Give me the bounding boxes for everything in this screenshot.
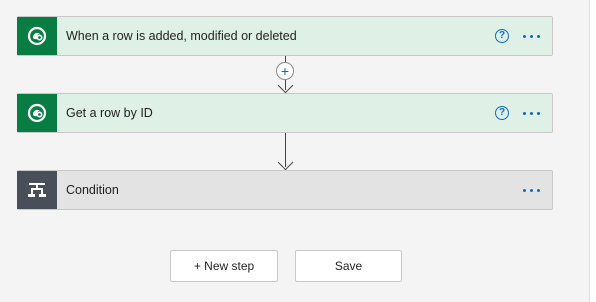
trigger-step-card[interactable]: When a row is added, modified or deleted… (17, 16, 553, 56)
more-options-icon[interactable] (523, 105, 540, 121)
save-button[interactable]: Save (295, 250, 402, 282)
condition-step-title: Condition (66, 183, 119, 197)
scrollbar-track[interactable] (589, 0, 596, 302)
dataverse-icon (17, 17, 57, 55)
condition-step-card[interactable]: Condition (17, 170, 553, 210)
help-icon[interactable]: ? (495, 106, 509, 120)
help-icon[interactable]: ? (495, 29, 509, 43)
new-step-button[interactable]: + New step (170, 250, 278, 282)
flow-designer-canvas: When a row is added, modified or deleted… (0, 0, 596, 302)
connector-arrow-icon (277, 154, 294, 171)
condition-icon (17, 171, 57, 209)
connector-arrow-icon (277, 77, 294, 94)
dataverse-icon (17, 94, 57, 132)
get-row-step-title: Get a row by ID (66, 106, 153, 120)
trigger-step-title: When a row is added, modified or deleted (66, 29, 297, 43)
more-options-icon[interactable] (523, 28, 540, 44)
more-options-icon[interactable] (523, 182, 540, 198)
get-row-step-card[interactable]: Get a row by ID ? (17, 93, 553, 133)
